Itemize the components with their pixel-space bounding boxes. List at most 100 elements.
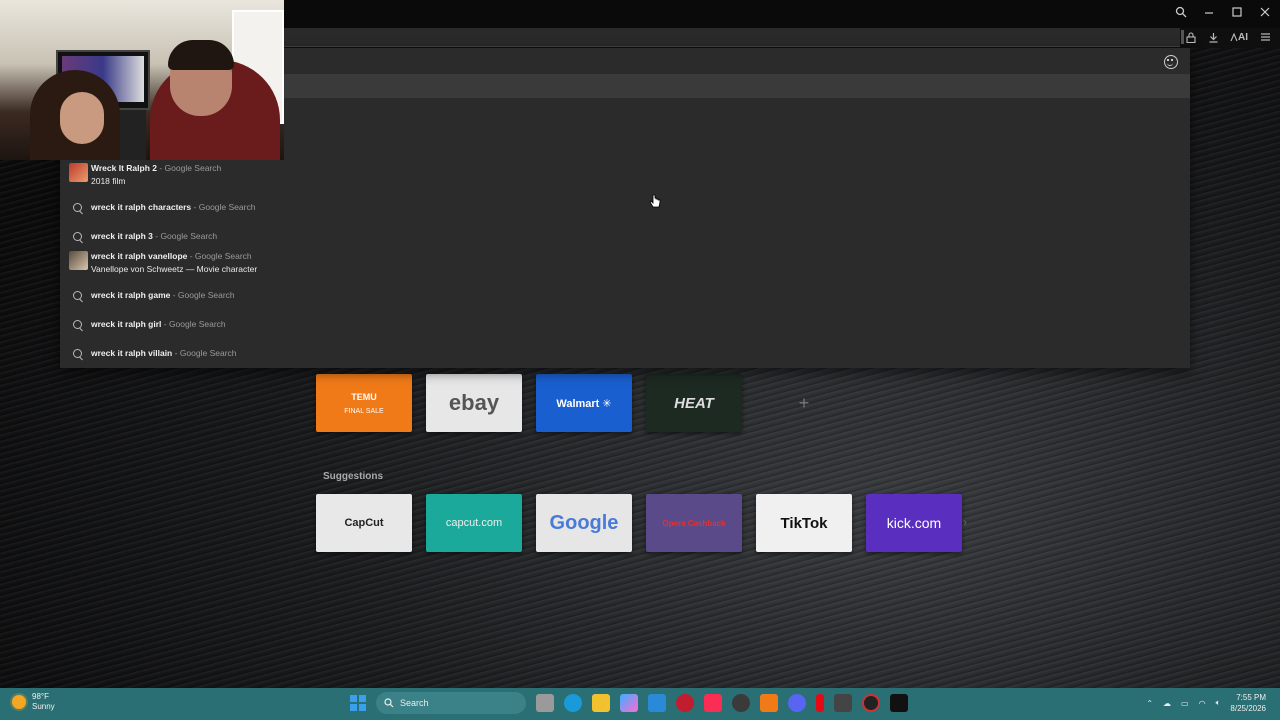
search-icon [72,202,82,212]
windows-start-icon[interactable] [350,695,366,711]
chevron-right-icon[interactable]: › [963,515,967,529]
speed-dial-temu[interactable]: TEMU FINAL SALE [316,374,412,432]
speed-dial-ebay[interactable]: ebay [426,374,522,432]
steam-icon[interactable] [732,694,750,712]
speed-dial-label: Walmart ✳ [556,397,612,410]
suggestion-tile-capcut-com[interactable]: capcut.com [426,494,522,552]
lock-icon[interactable] [1184,30,1198,44]
search-icon [72,231,82,241]
sun-icon [12,695,26,709]
menu-icon[interactable] [1258,30,1272,44]
suggestion-source: - Google Search [191,202,256,212]
opera-icon[interactable] [676,694,694,712]
webcam-overlay [0,0,284,160]
hand-cursor-icon [649,194,661,208]
suggestions-heading: Suggestions [323,471,384,482]
tile-label: TikTok [780,514,828,532]
task-view-icon[interactable] [536,694,554,712]
thumbnail-icon [68,250,88,270]
vlc-icon[interactable] [760,694,778,712]
maximize-icon[interactable] [1230,6,1244,20]
suggestion-item[interactable]: Wreck It Ralph 2 - Google Search 2018 fi… [68,162,221,188]
emoji-icon[interactable] [1164,55,1178,69]
suggestion-title: wreck it ralph game [91,290,171,300]
taskbar-apps: Search [350,692,908,714]
suggestion-item[interactable]: wreck it ralph game - Google Search [68,286,235,306]
wifi-icon[interactable]: ◠ [1199,699,1206,708]
tile-label: kick.com [886,515,942,531]
display-icon[interactable]: ▭ [1181,699,1189,708]
speed-dial-row: TEMU FINAL SALE ebay Walmart ✳ HEAT + [316,374,852,432]
suggestion-source: - Google Search [187,251,252,261]
search-icon [72,348,82,358]
taskbar-search[interactable]: Search [376,692,526,714]
edge-icon[interactable] [564,694,582,712]
close-icon[interactable] [1258,6,1272,20]
suggestion-title: wreck it ralph villain [91,348,173,358]
ai-icon[interactable]: AI [1228,30,1250,44]
speed-dial-label: HEAT [674,394,714,412]
suggestion-tile-kick[interactable]: kick.com [866,494,962,552]
windows-taskbar: 98°F Sunny Search ⌃ ☁ ▭ ◠ 🔈︎ 7:55 PM 8/2… [0,688,1280,720]
suggestion-tile-google[interactable]: Google [536,494,632,552]
netflix-icon[interactable] [816,694,824,712]
chevron-up-icon[interactable]: ⌃ [1146,699,1153,708]
plus-icon: + [798,392,810,413]
ai-label: AI [1238,31,1248,43]
copilot-icon[interactable] [620,694,638,712]
suggestion-title: wreck it ralph girl [91,319,162,329]
system-clock[interactable]: 7:55 PM 8/25/2026 [1230,692,1266,714]
suggestion-item[interactable]: wreck it ralph girl - Google Search [68,315,226,335]
weather-condition: Sunny [32,702,55,711]
discord-icon[interactable] [788,694,806,712]
suggestion-item[interactable]: wreck it ralph characters - Google Searc… [68,198,255,218]
suggestions-row: CapCut capcut.com Google Opera Cashback … [316,494,962,552]
suggestion-subtitle: Vanellope von Schweetz — Movie character [91,264,258,274]
speed-dial-sublabel: FINAL SALE [344,407,384,415]
add-speed-dial-button[interactable]: + [756,374,852,432]
suggestion-item[interactable]: wreck it ralph villain - Google Search [68,344,237,364]
speed-dial-walmart[interactable]: Walmart ✳ [536,374,632,432]
speed-dial-label: TEMU [351,391,377,402]
suggestion-tile-opera-cashback[interactable]: Opera Cashback [646,494,742,552]
search-icon [384,698,394,708]
webcam-hair-right [168,40,234,70]
search-icon [72,319,82,329]
suggestion-tile-tiktok[interactable]: TikTok [756,494,852,552]
suggestion-item[interactable]: wreck it ralph 3 - Google Search [68,227,217,247]
tile-label: Google [549,511,619,534]
search-icon[interactable] [1174,6,1188,20]
file-explorer-icon[interactable] [592,694,610,712]
webcam-face-left [60,92,104,144]
speed-dial-label: ebay [448,390,500,415]
store-icon[interactable] [648,694,666,712]
system-tray: ⌃ ☁ ▭ ◠ 🔈︎ 7:55 PM 8/25/2026 [1146,692,1266,714]
clapper-icon[interactable] [834,694,852,712]
clock-date: 8/25/2026 [1230,704,1266,713]
speed-dial-heat[interactable]: HEAT [646,374,742,432]
download-icon[interactable] [1206,30,1220,44]
minimize-icon[interactable] [1202,6,1216,20]
suggestion-title: Wreck It Ralph 2 [91,163,157,173]
suggestion-item[interactable]: wreck it ralph vanellope - Google Search… [68,250,257,276]
tile-label: Opera Cashback [662,518,726,528]
suggestion-title: wreck it ralph characters [91,202,192,212]
suggestion-source: - Google Search [152,231,218,241]
suggestion-subtitle: 2018 film [91,176,126,186]
search-icon [72,290,82,300]
weather-widget[interactable]: 98°F Sunny [12,692,55,712]
weather-temperature: 98°F [32,692,49,701]
onedrive-icon[interactable]: ☁ [1163,699,1171,708]
suggestion-tile-capcut[interactable]: CapCut [316,494,412,552]
music-icon[interactable] [704,694,722,712]
suggestion-source: - Google Search [156,163,222,173]
obs-icon[interactable] [862,694,880,712]
suggestion-source: - Google Search [172,348,237,358]
window-controls [1174,6,1272,20]
volume-icon[interactable]: 🔈︎ [1216,698,1221,708]
suggestion-source: - Google Search [170,290,235,300]
toolbar-icons: AI [1184,30,1272,44]
address-bar[interactable] [284,28,1180,47]
capcut-icon[interactable] [890,694,908,712]
tile-label: CapCut [344,517,384,529]
